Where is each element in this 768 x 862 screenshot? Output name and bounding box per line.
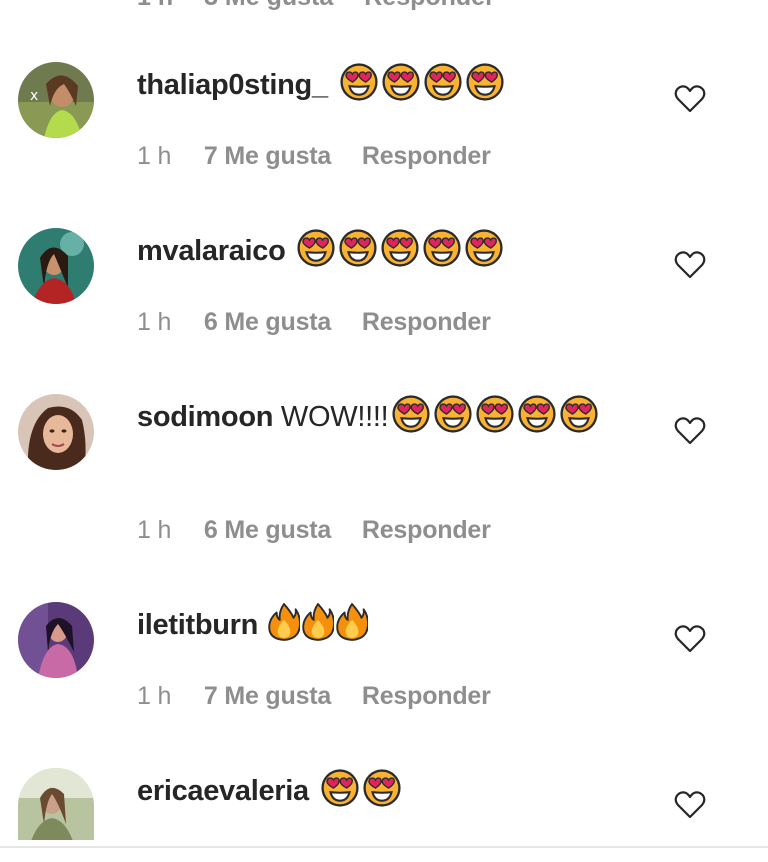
avatar[interactable] <box>18 602 94 678</box>
emoji-group <box>388 395 598 433</box>
comment-time: 1 h <box>137 308 172 336</box>
comment-meta: 1 h 6 Me gusta Responder <box>137 516 515 545</box>
like-heart-icon[interactable] <box>674 624 706 654</box>
like-heart-icon[interactable] <box>674 416 706 446</box>
heart-eyes-emoji-icon <box>339 63 378 101</box>
heart-eyes-emoji-icon <box>465 63 504 101</box>
heart-eyes-emoji-icon <box>297 229 335 267</box>
heart-eyes-emoji-icon <box>339 229 377 267</box>
heart-eyes-emoji-icon <box>321 769 359 807</box>
comment-text: thaliap0sting_ <box>137 62 637 108</box>
heart-eyes-emoji-icon <box>434 395 472 433</box>
avatar-image <box>18 228 94 304</box>
comment-username[interactable]: thaliap0sting_ <box>137 69 328 101</box>
heart-eyes-emoji-icon <box>381 63 420 101</box>
fire-emoji-icon <box>302 603 334 641</box>
reply-button[interactable]: Responder <box>362 516 491 544</box>
comment-meta: 1 h 7 Me gusta Responder <box>137 142 515 171</box>
comment-likes[interactable]: 7 Me gusta <box>204 682 331 710</box>
avatar-image <box>18 394 94 470</box>
avatar[interactable] <box>18 228 94 304</box>
comment-username[interactable]: mvalaraico <box>137 235 286 267</box>
reply-button[interactable]: Responder <box>362 142 491 170</box>
avatar[interactable]: x <box>18 62 94 138</box>
heart-eyes-emoji-icon <box>560 395 598 433</box>
heart-eyes-emoji-icon <box>423 229 461 267</box>
heart-eyes-emoji-icon <box>423 63 462 101</box>
divider <box>0 846 768 848</box>
comment-text: sodimoon WOW!!!! <box>137 394 637 440</box>
comment-username[interactable]: iletitburn <box>137 609 258 641</box>
comments-feed: 1 h 3 Me gusta Responder x thaliap0sting… <box>0 0 768 862</box>
comment-likes[interactable]: 6 Me gusta <box>204 308 331 336</box>
partial-comment-meta: 1 h 3 Me gusta Responder <box>137 0 519 12</box>
avatar[interactable] <box>18 768 94 840</box>
comment-time: 1 h <box>137 142 172 170</box>
reply-button[interactable]: Responder <box>362 308 491 336</box>
comment-likes[interactable]: 7 Me gusta <box>204 142 331 170</box>
comment-text: iletitburn <box>137 602 637 648</box>
avatar[interactable] <box>18 394 94 470</box>
emoji-group <box>293 229 503 267</box>
heart-eyes-emoji-icon <box>381 229 419 267</box>
heart-eyes-emoji-icon <box>363 769 401 807</box>
reply-button[interactable]: Responder <box>362 682 491 710</box>
comment-likes[interactable]: 3 Me gusta <box>204 0 333 11</box>
emoji-group <box>266 603 368 641</box>
comment-time: 1 h <box>137 0 173 11</box>
like-heart-icon[interactable] <box>674 250 706 280</box>
comment-meta: 1 h 7 Me gusta Responder <box>137 682 515 711</box>
comment-time: 1 h <box>137 516 172 544</box>
reply-button[interactable]: Responder <box>364 0 495 11</box>
like-heart-icon[interactable] <box>674 790 706 820</box>
avatar-image <box>18 768 94 840</box>
like-heart-icon[interactable] <box>674 84 706 114</box>
comment-text: mvalaraico <box>137 228 637 274</box>
avatar-image: x <box>18 62 94 138</box>
comment-time: 1 h <box>137 682 172 710</box>
heart-eyes-emoji-icon <box>392 395 430 433</box>
heart-eyes-emoji-icon <box>465 229 503 267</box>
svg-text:x: x <box>30 88 38 104</box>
comment-meta: 1 h 6 Me gusta Responder <box>137 308 515 337</box>
fire-emoji-icon <box>336 603 368 641</box>
comment-username[interactable]: ericaevaleria <box>137 775 309 807</box>
comment-likes[interactable]: 6 Me gusta <box>204 516 331 544</box>
heart-eyes-emoji-icon <box>476 395 514 433</box>
heart-eyes-emoji-icon <box>518 395 556 433</box>
emoji-group <box>336 63 504 101</box>
emoji-group <box>317 769 401 807</box>
avatar-image <box>18 602 94 678</box>
comment-username[interactable]: sodimoon <box>137 401 273 433</box>
fire-emoji-icon <box>268 603 300 641</box>
comment-text: ericaevaleria <box>137 768 637 814</box>
